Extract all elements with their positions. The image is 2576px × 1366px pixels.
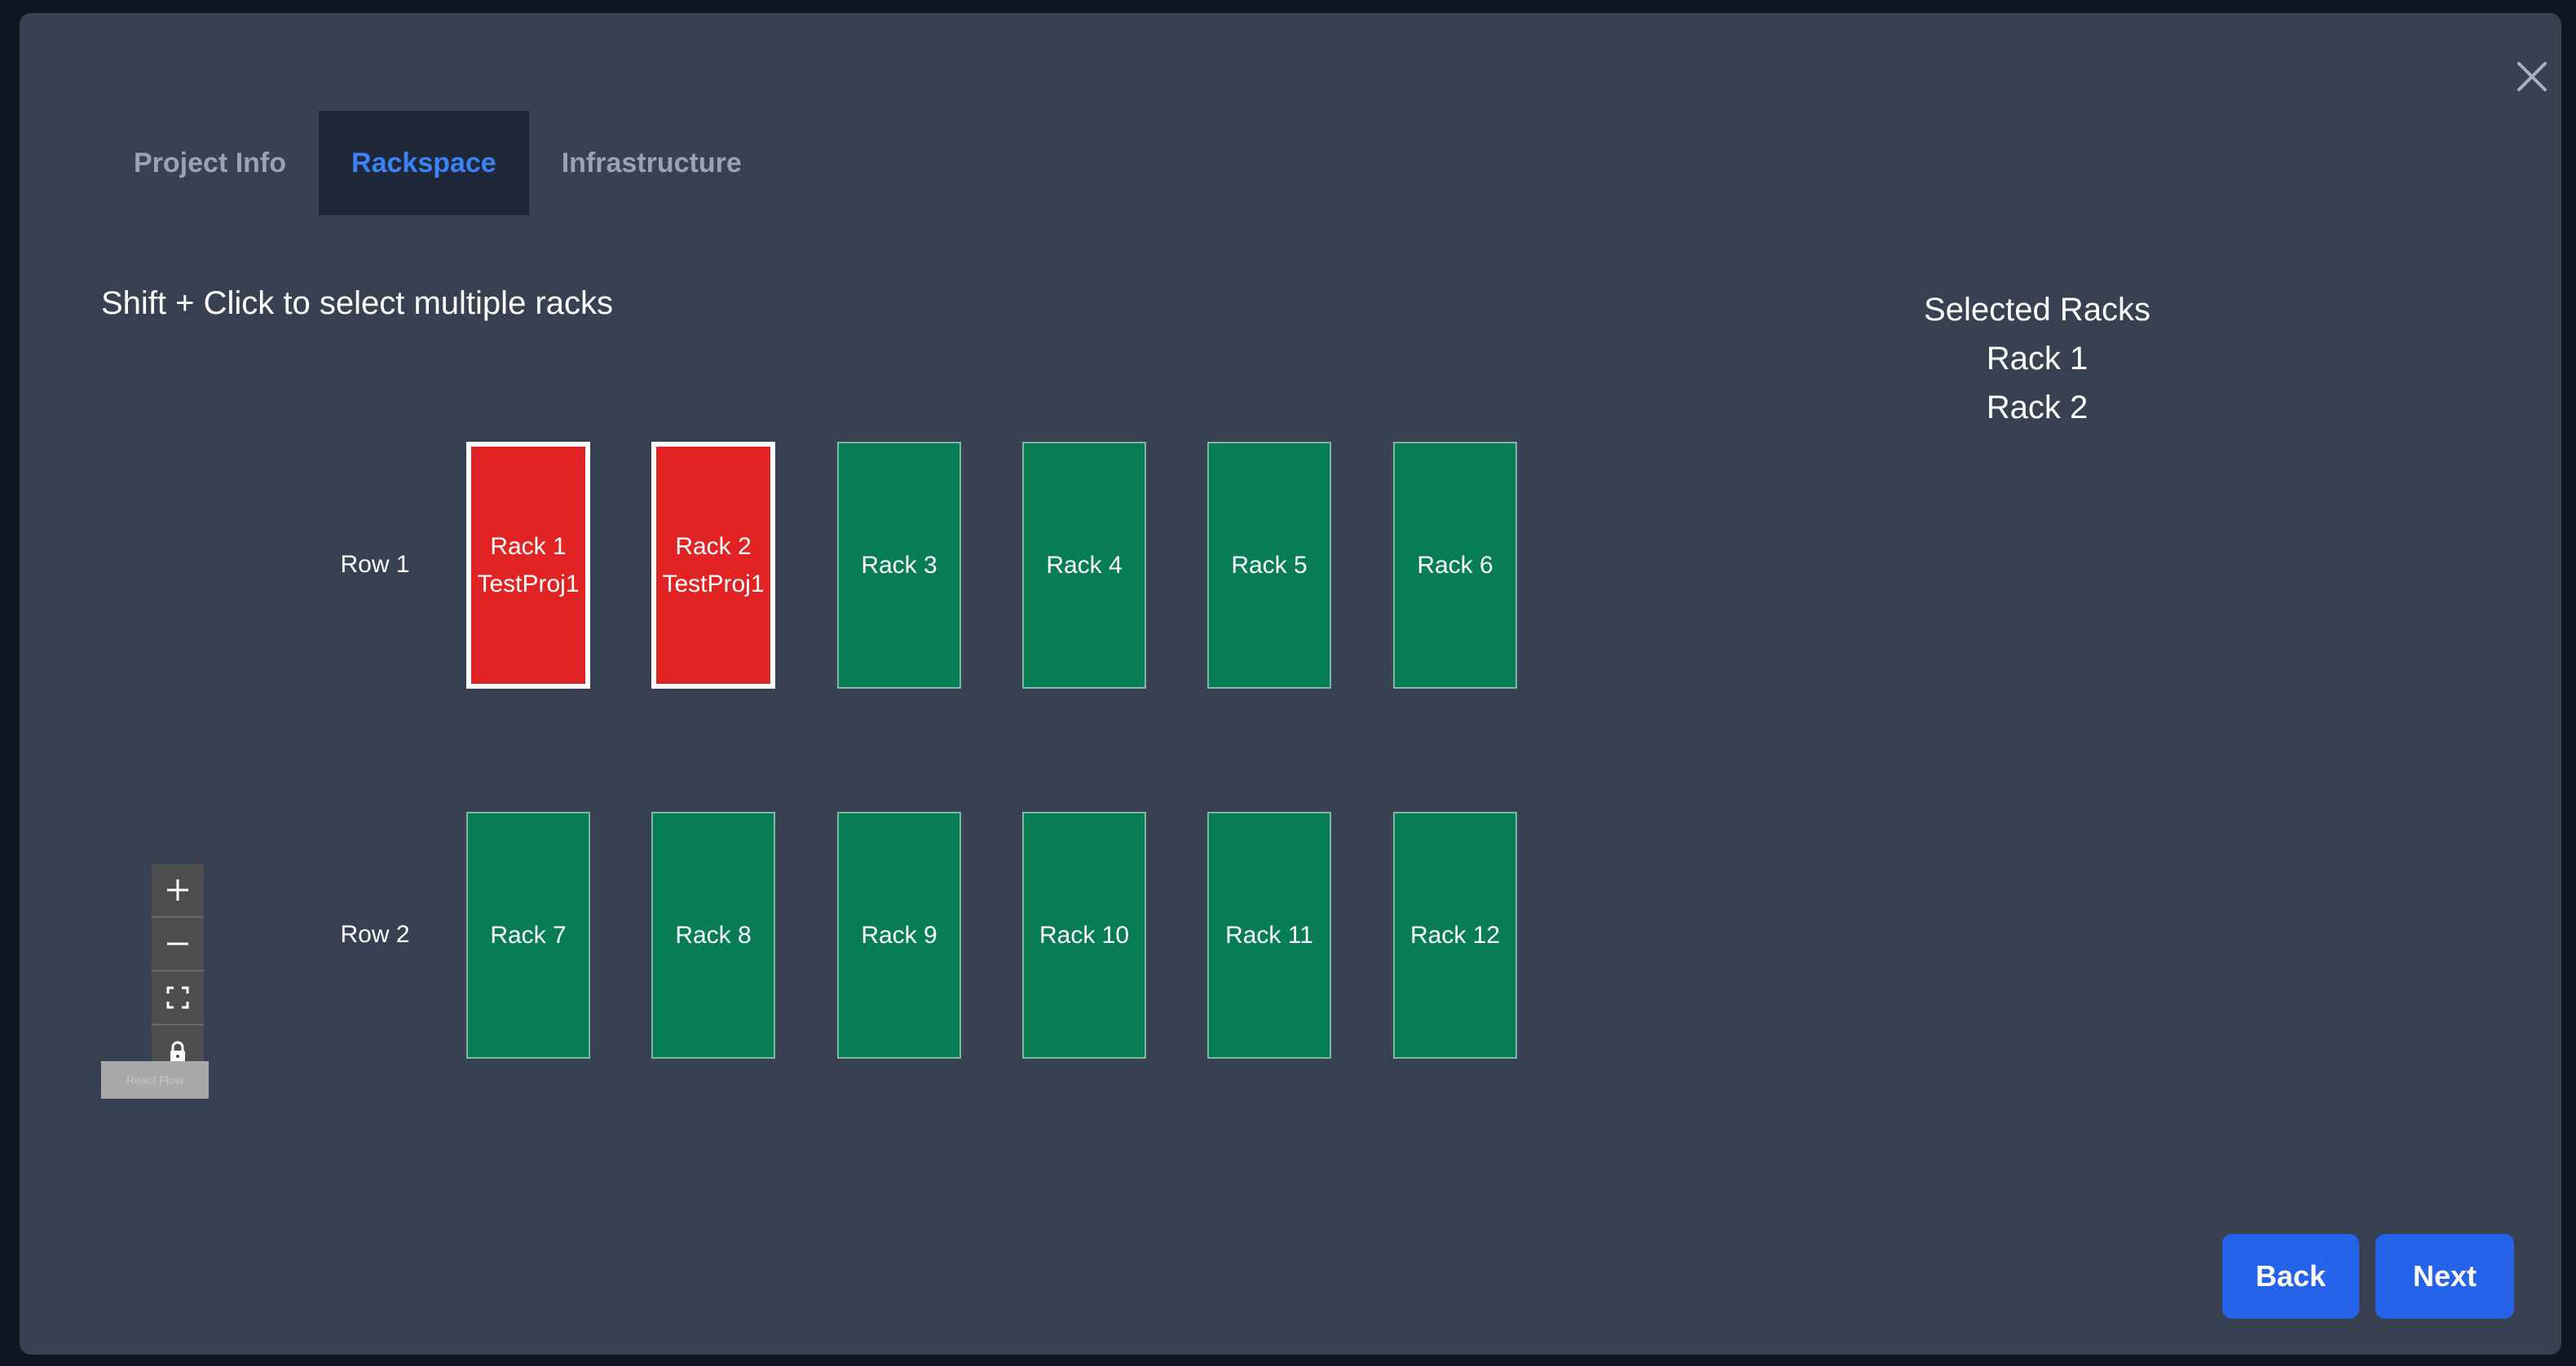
minus-icon [167,942,188,945]
rack-name: Rack 3 [861,551,937,579]
rack-name: Rack 7 [490,921,567,949]
rack-name: Rack 10 [1039,921,1130,949]
rack-name: Rack 9 [861,921,937,949]
rack-project: TestProj1 [477,570,580,597]
selected-racks-title: Selected Racks [1924,292,2150,328]
rack-name: Rack 2 [675,532,752,560]
rack-9[interactable]: Rack 9 [837,812,961,1059]
selected-rack-item: Rack 2 [1986,390,2089,425]
plus-icon [167,879,188,901]
zoom-controls [152,864,204,1079]
rack-5[interactable]: Rack 5 [1207,442,1331,689]
rack-6[interactable]: Rack 6 [1393,442,1517,689]
rack-name: Rack 12 [1409,921,1501,949]
rack-name: Rack 5 [1231,551,1308,579]
rack-12[interactable]: Rack 12 [1393,812,1517,1059]
multi-select-hint: Shift + Click to select multiple racks [101,285,613,321]
row-label: Row 2 [340,921,410,948]
tab-infrastructure[interactable]: Infrastructure [529,111,774,215]
next-button[interactable]: Next [2375,1234,2514,1319]
rack-7[interactable]: Rack 7 [466,812,590,1059]
rack-name: Rack 8 [675,921,752,949]
rack-project: TestProj1 [662,570,765,597]
tab-rackspace[interactable]: Rackspace [319,111,529,215]
rack-name: Rack 4 [1046,551,1123,579]
row-label: Row 1 [340,551,410,578]
tab-bar: Project Info Rackspace Infrastructure [101,111,774,215]
close-icon [2517,62,2547,91]
rack-name: Rack 6 [1417,551,1493,579]
fit-view-icon [166,986,189,1009]
rack-1[interactable]: Rack 1 TestProj1 [466,442,590,689]
fit-view-button[interactable] [152,972,204,1025]
zoom-out-button[interactable] [152,918,204,972]
back-button[interactable]: Back [2222,1234,2359,1319]
close-button[interactable] [2509,54,2555,99]
rack-11[interactable]: Rack 11 [1207,812,1331,1059]
rack-2[interactable]: Rack 2 TestProj1 [651,442,775,689]
selected-rack-item: Rack 1 [1986,341,2089,377]
attribution-label[interactable]: React Flow [101,1061,209,1099]
rack-10[interactable]: Rack 10 [1022,812,1146,1059]
zoom-in-button[interactable] [152,864,204,918]
rack-4[interactable]: Rack 4 [1022,442,1146,689]
project-modal: Project Info Rackspace Infrastructure Sh… [20,13,2561,1355]
rack-name: Rack 1 [490,532,567,560]
rack-3[interactable]: Rack 3 [837,442,961,689]
rack-8[interactable]: Rack 8 [651,812,775,1059]
selected-racks-panel: Selected Racks Rack 1 Rack 2 [1846,285,2229,432]
rack-name: Rack 11 [1225,921,1313,949]
tab-project-info[interactable]: Project Info [101,111,319,215]
